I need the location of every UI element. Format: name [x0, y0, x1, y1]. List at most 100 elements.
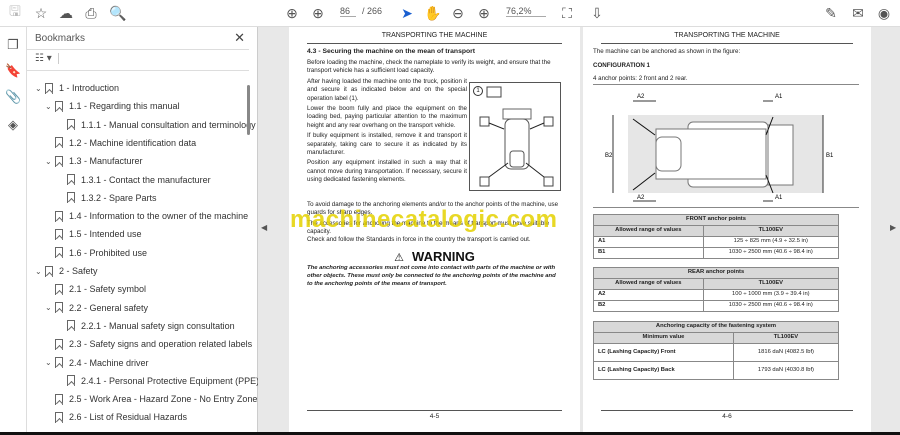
table-title: Anchoring capacity of the fastening syst…	[593, 321, 839, 333]
bookmark-item[interactable]: 2.2.1 - Manual safety sign consultation	[57, 318, 235, 334]
bookmark-options-button[interactable]: ☷ ▾	[35, 53, 59, 64]
star-icon[interactable]: ☆	[32, 4, 50, 22]
bookmark-item[interactable]: ⌄ 1.1 - Regarding this manual	[45, 98, 180, 114]
bookmark-icon	[55, 338, 63, 350]
next-page-icon[interactable]: ⊕	[309, 4, 327, 22]
bookmark-item[interactable]: 1.5 - Intended use	[45, 226, 142, 242]
rear-anchor-table: REAR anchor points Allowed range of valu…	[593, 267, 840, 312]
upload-cloud-icon[interactable]: ☁	[57, 4, 75, 22]
bookmark-icon	[55, 247, 63, 259]
bookmark-icon	[55, 100, 63, 112]
machine-top-view-illustration	[479, 86, 554, 187]
column-header: Allowed range of values	[593, 225, 704, 237]
chevron-down-icon[interactable]: ⌄	[35, 84, 45, 93]
row-label: LC (Lashing Capacity) Front	[593, 343, 734, 362]
bookmark-item[interactable]: 1.1.1 - Manual consultation and terminol…	[57, 117, 256, 133]
bookmark-item[interactable]: 1.4 - Information to the owner of the ma…	[45, 208, 248, 224]
column-header: TL100EV	[732, 332, 840, 344]
table-row: LC (Lashing Capacity) Back 1793 daN (4030…	[593, 361, 840, 380]
zoom-out-icon[interactable]: ⊖	[449, 4, 467, 22]
bookmarks-icon[interactable]: 🔖	[5, 63, 21, 79]
table-row: B2 1030 ÷ 2500 mm (40.6 ÷ 98.4 in)	[593, 300, 840, 312]
intro-text: The machine can be anchored as shown in …	[593, 48, 741, 55]
bookmark-item[interactable]: 1.2 - Machine identification data	[45, 135, 196, 151]
bookmark-item[interactable]: 2.6 - List of Residual Hazards	[45, 409, 187, 425]
page-fit-icon[interactable]: ⛶	[558, 4, 576, 22]
bookmark-label: 2.2 - General safety	[69, 302, 149, 313]
chevron-down-icon[interactable]: ⌄	[45, 358, 55, 367]
save-icon[interactable]: 🖫	[6, 3, 24, 22]
row-label: B1	[593, 247, 704, 259]
bookmark-icon	[55, 283, 63, 295]
sign-icon[interactable]: ✎	[822, 4, 840, 22]
bookmark-item[interactable]: 2.4.1 - Personal Protective Equipment (P…	[57, 373, 259, 389]
print-icon[interactable]: ⎙	[82, 4, 100, 22]
bookmark-item[interactable]: 1.6 - Prohibited use	[45, 245, 147, 261]
watermark: machinecatalogic.com	[290, 206, 558, 233]
email-icon[interactable]: ✉	[849, 4, 867, 22]
chevron-down-icon[interactable]: ⌄	[35, 267, 45, 276]
search-icon[interactable]: 🔍	[109, 4, 127, 22]
anchor-diagram: A2 A2 A1 A1 B2 B1	[605, 94, 834, 202]
page-thumbnails-icon[interactable]: ❐	[5, 37, 21, 53]
scroll-left-icon[interactable]: ◀	[261, 223, 267, 232]
bookmark-label: 1.3.2 - Spare Parts	[81, 192, 157, 203]
attachment-icon[interactable]: 📎	[5, 89, 21, 105]
zoom-level-dropdown[interactable]: 76,2%	[506, 6, 546, 17]
chevron-down-icon[interactable]: ⌄	[45, 157, 55, 166]
bookmark-item[interactable]: 2.1 - Safety symbol	[45, 281, 146, 297]
zoom-in-icon[interactable]: ⊕	[475, 4, 493, 22]
bookmark-icon	[67, 119, 75, 131]
column-header: Minimum value	[593, 332, 734, 344]
close-icon[interactable]: ✕	[234, 30, 245, 46]
hand-tool-icon[interactable]: ✋	[424, 4, 442, 22]
chevron-down-icon[interactable]: ⌄	[45, 303, 55, 312]
bookmark-item[interactable]: 1.3.2 - Spare Parts	[57, 190, 157, 206]
bookmark-label: 1 - Introduction	[59, 83, 120, 93]
warning-text: The anchoring accessories must not come …	[307, 265, 556, 287]
bookmark-item[interactable]: ⌄ 1.3 - Manufacturer	[45, 153, 143, 169]
bookmark-label: 2 - Safety	[59, 266, 98, 276]
table-title: REAR anchor points	[593, 267, 839, 279]
bookmark-item[interactable]: ⌄ 2 - Safety	[35, 263, 98, 279]
front-anchor-table: FRONT anchor points Allowed range of val…	[593, 214, 840, 259]
warning-icon: ⚠	[394, 252, 405, 264]
layers-icon[interactable]: ◈	[5, 117, 21, 133]
bookmark-icon	[55, 357, 63, 368]
bookmark-item[interactable]: 2.5 - Work Area - Hazard Zone - No Entry…	[45, 391, 257, 407]
bookmark-label: 2.1 - Safety symbol	[69, 284, 147, 295]
chevron-down-icon[interactable]: ⌄	[45, 102, 55, 111]
figure-number: 1	[473, 86, 483, 96]
page-header: TRANSPORTING THE MACHINE	[601, 31, 853, 45]
left-rail: ❐ 🔖 📎 ◈	[0, 27, 27, 435]
scroll-right-icon[interactable]: ▶	[890, 223, 896, 232]
bookmark-item[interactable]: ⌄ 1 - Introduction	[35, 80, 119, 96]
scroll-mode-icon[interactable]: ⇩	[588, 4, 606, 22]
row-label: LC (Lashing Capacity) Back	[593, 361, 734, 380]
text-column: After having loaded the machine onto the…	[307, 78, 467, 184]
bookmark-label: 2.3 - Safety signs and operation related…	[69, 339, 253, 350]
bookmark-icon	[55, 137, 63, 149]
toolbar: 🖫 ☆ ☁ ⎙ 🔍 ⊕ ⊕ 86 / 266 ➤ ✋ ⊖ ⊕ 76,2% ⛶ ⇩…	[0, 0, 900, 27]
bookmark-item[interactable]: ⌄ 2.4 - Machine driver	[45, 355, 149, 371]
select-cursor-icon[interactable]: ➤	[398, 4, 416, 22]
bookmark-item[interactable]: 2.3 - Safety signs and operation related…	[45, 336, 252, 352]
bookmark-label: 2.4 - Machine driver	[69, 357, 149, 368]
bookmark-label: 1.5 - Intended use	[69, 229, 142, 240]
bookmark-item[interactable]: ⌄ 2.2 - General safety	[45, 300, 148, 316]
warning-title: WARNING	[412, 249, 475, 264]
dim-label-a1-top: A1	[775, 94, 783, 100]
previous-page-icon[interactable]: ⊕	[283, 4, 301, 22]
bookmark-item[interactable]: 1.3.1 - Contact the manufacturer	[57, 172, 211, 188]
bookmark-icon	[55, 155, 63, 167]
bookmarks-panel: Bookmarks ✕ ☷ ▾ ⌄ 1 - Introduction ⌄ 1.1 - …	[27, 27, 259, 435]
page-number-input[interactable]: 86	[340, 6, 356, 17]
account-icon[interactable]: ◉	[875, 4, 893, 22]
bookmark-label: 2.5 - Work Area - Hazard Zone - No Entry…	[69, 394, 258, 405]
bookmark-label: 2.2.1 - Manual safety sign consultation	[81, 320, 235, 331]
paragraph: Position any equipment installed in such…	[307, 159, 467, 183]
bookmark-label: 1.1.1 - Manual consultation and terminol…	[81, 119, 256, 130]
row-value: 100 ÷ 1000 mm (3.9 ÷ 39.4 in)	[702, 289, 840, 301]
paragraph: Check and follow the Standards in force …	[307, 236, 531, 244]
scrollbar[interactable]	[247, 85, 250, 135]
